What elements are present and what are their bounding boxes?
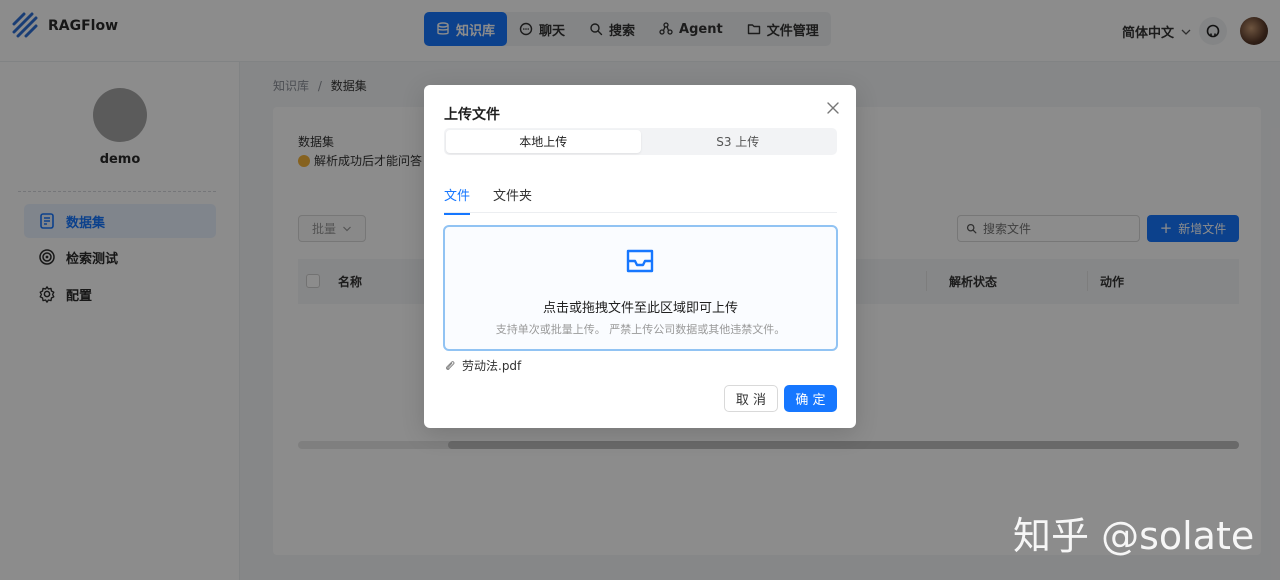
upload-type-tabs: 文件 文件夹 bbox=[444, 177, 837, 215]
cancel-button[interactable]: 取 消 bbox=[724, 385, 778, 412]
close-icon[interactable] bbox=[825, 100, 841, 116]
confirm-button[interactable]: 确 定 bbox=[784, 385, 837, 412]
paperclip-icon bbox=[446, 360, 455, 370]
upload-dropzone[interactable]: 点击或拖拽文件至此区域即可上传 支持单次或批量上传。 严禁上传公司数据或其他违禁… bbox=[443, 225, 838, 351]
segment-local-upload[interactable]: 本地上传 bbox=[446, 130, 641, 153]
dropzone-text: 点击或拖拽文件至此区域即可上传 bbox=[542, 301, 738, 316]
tab-file[interactable]: 文件 bbox=[444, 185, 471, 215]
upload-source-switch: 本地上传 S3 上传 bbox=[444, 128, 837, 155]
file-name: 劳动法.pdf bbox=[462, 359, 522, 373]
tab-folder[interactable]: 文件夹 bbox=[493, 185, 532, 213]
uploaded-file-item[interactable]: 劳动法.pdf bbox=[444, 357, 521, 374]
watermark: 知乎 @solate bbox=[1013, 514, 1255, 558]
upload-file-modal: 上传文件 本地上传 S3 上传 文件 文件夹 点击或拖拽文件至此区域即可上传 支… bbox=[424, 85, 856, 428]
inbox-icon bbox=[626, 249, 654, 273]
modal-title: 上传文件 bbox=[444, 107, 500, 123]
segment-s3-upload[interactable]: S3 上传 bbox=[641, 130, 836, 153]
dropzone-hint: 支持单次或批量上传。 严禁上传公司数据或其他违禁文件。 bbox=[495, 323, 786, 336]
